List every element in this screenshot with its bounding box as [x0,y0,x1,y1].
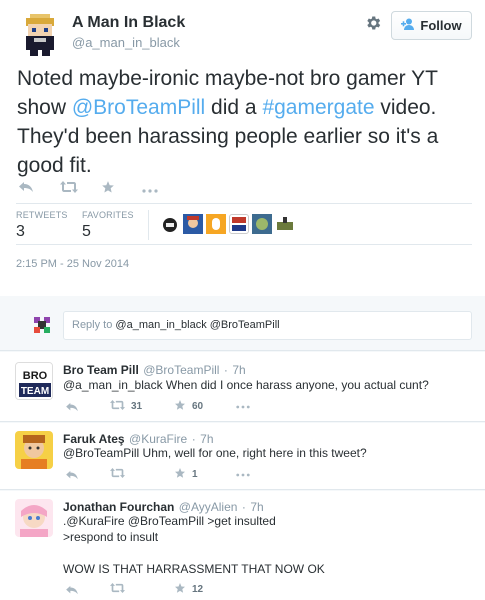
reply-author-name[interactable]: Faruk Ateş [63,432,125,446]
retweet-icon [110,400,125,413]
follow-label: Follow [420,18,462,33]
reply-tweet[interactable]: BRO TEAM Bro Team Pill @BroTeamPill · 7h… [0,352,485,422]
avatar[interactable] [206,214,226,234]
avatar[interactable] [275,214,295,234]
reply-actions: 31 60 [66,399,250,414]
reply-text-line: >respond to insult [63,530,159,544]
reply-icon[interactable] [19,180,60,196]
retweet-button[interactable]: 31 [110,400,174,413]
retweets-label: RETWEETS [16,210,68,220]
mention-link[interactable]: @BroTeamPill [72,96,205,119]
reply-text-line [63,545,325,561]
favorites-label: FAVORITES [82,210,134,220]
favorite-count: 1 [192,469,198,480]
reply-text-line: .@KuraFire @BroTeamPill >get insulted [63,514,276,528]
current-user-avatar [30,313,54,337]
favorite-icon [174,399,186,414]
favorite-button[interactable]: 60 [174,399,236,414]
more-icon[interactable] [236,405,250,409]
divider [16,244,472,245]
reply-actions: 12 [66,582,236,597]
reply-author-handle[interactable]: @AyyAlien [179,500,238,514]
retweet-icon [110,468,125,481]
favorites-stat[interactable]: FAVORITES 5 [82,210,134,241]
reply-time[interactable]: 7h [200,432,213,446]
reply-author-name[interactable]: Jonathan Fourchan [63,500,174,514]
favorited-by-avatars [160,214,295,234]
tweet-actions [19,180,183,196]
reply-icon[interactable] [66,585,110,595]
gear-icon[interactable] [364,14,384,34]
retweet-button[interactable] [110,583,174,596]
reply-time[interactable]: 7h [232,363,245,377]
reply-author-handle[interactable]: @KuraFire [129,432,187,446]
avatar[interactable]: BRO TEAM [15,362,53,400]
svg-text:TEAM: TEAM [21,386,49,397]
divider [16,203,472,204]
reply-text: @BroTeamPill Uhm, well for one, right he… [63,446,367,460]
reply-actions: 1 [66,467,250,482]
favorite-count: 12 [192,584,204,595]
follow-button[interactable]: Follow [391,11,472,40]
author-handle[interactable]: @a_man_in_black [72,35,180,50]
reply-icon[interactable] [66,470,110,480]
reply-recipients: @a_man_in_black @BroTeamPill [115,319,280,331]
avatar[interactable] [15,431,53,469]
reply-time[interactable]: 7h [250,500,263,514]
favorite-button[interactable]: 1 [174,467,236,482]
favorite-icon [174,467,186,482]
avatar[interactable] [183,214,203,234]
reply-text-line: WOW IS THAT HARRASSMENT THAT NOW OK [63,562,325,576]
retweets-stat[interactable]: RETWEETS 3 [16,210,68,241]
reply-placeholder-prefix: Reply to [72,319,116,331]
more-icon[interactable] [236,473,250,477]
favorites-count: 5 [82,223,91,240]
avatar[interactable] [160,214,180,234]
reply-input[interactable]: Reply to @a_man_in_black @BroTeamPill [63,311,472,340]
retweet-button[interactable] [110,468,174,481]
hashtag-link[interactable]: #gamergate [262,96,374,119]
reply-tweet[interactable]: Faruk Ateş @KuraFire · 7h @BroTeamPill U… [0,423,485,490]
favorite-count: 60 [192,401,204,412]
favorite-icon [174,582,186,597]
tweet-text-part: did a [205,96,263,119]
reply-author-handle[interactable]: @BroTeamPill [143,363,219,377]
reply-author-name[interactable]: Bro Team Pill [63,363,139,377]
more-icon[interactable] [142,180,183,196]
tweet-timestamp[interactable]: 2:15 PM - 25 Nov 2014 [16,258,129,270]
reply-text: @a_man_in_black When did I once harass a… [63,378,429,392]
avatar[interactable] [252,214,272,234]
favorite-icon[interactable] [101,180,142,196]
stats-separator [148,210,149,240]
add-user-icon [401,18,415,33]
retweets-count: 3 [16,223,25,240]
author-name[interactable]: A Man In Black [72,14,185,32]
reply-icon[interactable] [66,402,110,412]
favorite-button[interactable]: 12 [174,582,236,597]
reply-tweet[interactable]: Jonathan Fourchan @AyyAlien · 7h .@KuraF… [0,491,485,600]
reply-text: .@KuraFire @BroTeamPill >get insulted >r… [63,513,325,577]
retweet-icon [110,583,125,596]
avatar[interactable] [15,499,53,537]
retweet-count: 31 [131,401,143,412]
retweet-icon[interactable] [60,180,101,196]
svg-text:BRO: BRO [23,370,48,382]
avatar[interactable] [229,214,249,234]
author-avatar[interactable] [16,10,64,58]
tweet-text: Noted maybe-ironic maybe-not bro gamer Y… [17,64,472,180]
